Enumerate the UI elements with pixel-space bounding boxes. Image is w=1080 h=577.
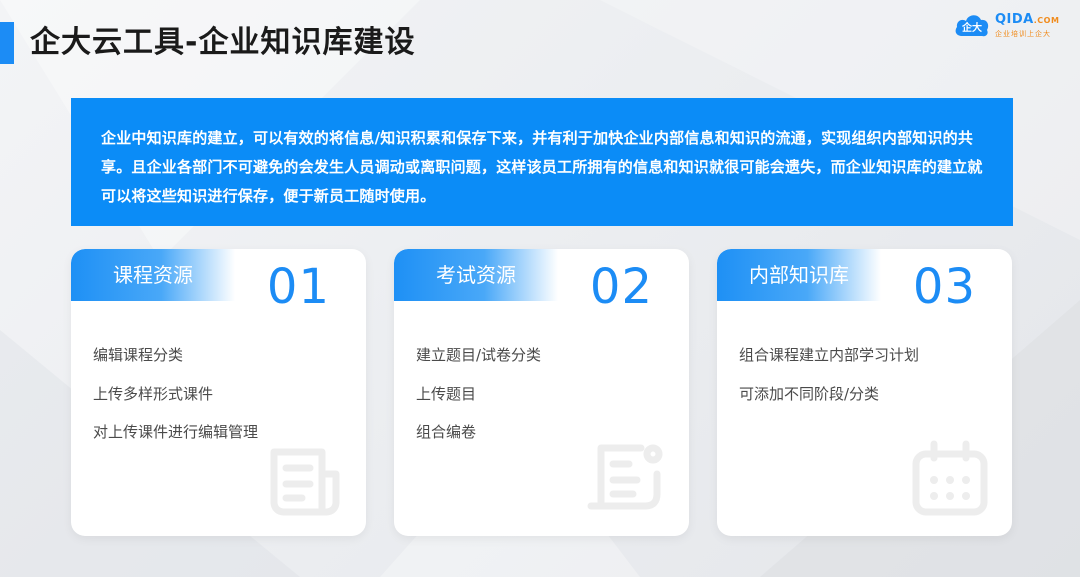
intro-text: 企业中知识库的建立，可以有效的将信息/知识积累和保存下来，并有利于加快企业内部信… [101,129,983,205]
list-item: 编辑课程分类 [93,346,184,364]
card-exam-resources: 考试资源 02 建立题目/试卷分类 上传题目 组合编卷 [394,249,689,536]
logo-slogan: 企业培训上企大 [995,30,1051,38]
card-item-list: 建立题目/试卷分类 上传题目 组合编卷 [416,345,541,461]
list-item: 上传多样形式课件 [93,384,214,403]
logo-brand: QIDA.COM [995,12,1059,27]
card-number: 03 [912,259,976,315]
cloud-logo-icon: 企大 [955,15,989,37]
list-item: 建立题目/试卷分类 [416,346,542,364]
svg-text:企大: 企大 [961,21,982,34]
page-title: 企大云工具-企业知识库建设 [30,25,416,60]
logo-brand-name: QIDA [995,12,1034,27]
intro-panel: 企业中知识库的建立，可以有效的将信息/知识积累和保存下来，并有利于加快企业内部信… [71,98,1013,226]
brand-logo: 企大 QIDA.COM 企业培训上企大 [953,10,1068,42]
card-tab-label: 考试资源 [436,263,516,287]
list-item: 组合编卷 [416,423,477,441]
list-item: 上传题目 [416,384,477,403]
list-item: 对上传课件进行编辑管理 [93,423,259,441]
card-number: 01 [266,259,330,315]
card-item-list: 编辑课程分类 上传多样形式课件 对上传课件进行编辑管理 [93,345,258,461]
logo-domain: .COM [1033,16,1060,25]
document-icon [270,448,340,516]
card-number: 02 [589,259,653,315]
card-internal-knowledge-base: 内部知识库 03 组合课程建立内部学习计划 可添加不同阶段/分类 [717,249,1012,536]
list-item: 组合课程建立内部学习计划 [739,346,920,364]
card-course-resources: 课程资源 01 编辑课程分类 上传多样形式课件 对上传课件进行编辑管理 [71,249,366,536]
card-tab-label: 课程资源 [113,263,193,287]
card-item-list: 组合课程建立内部学习计划 可添加不同阶段/分类 [739,345,919,422]
title-accent-bar [0,22,14,64]
exam-paper-icon [587,444,663,510]
calendar-icon [912,440,988,516]
list-item: 可添加不同阶段/分类 [739,384,880,403]
card-tab-label: 内部知识库 [749,263,849,287]
